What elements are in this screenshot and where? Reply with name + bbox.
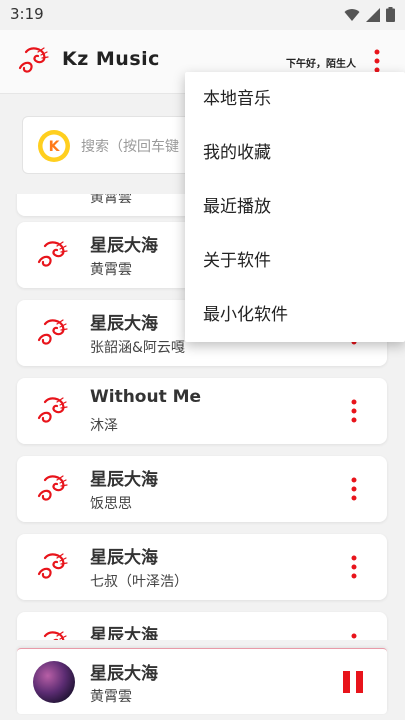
menu-item-about[interactable]: 关于软件 bbox=[185, 234, 405, 288]
status-icons bbox=[344, 7, 395, 22]
song-artist: 黄霄雲 bbox=[90, 262, 132, 278]
song-more-button[interactable] bbox=[345, 632, 363, 640]
music-swirl-icon bbox=[37, 475, 68, 501]
overflow-menu: 本地音乐 我的收藏 最近播放 关于软件 最小化软件 bbox=[185, 72, 405, 342]
app-logo-icon bbox=[18, 47, 49, 73]
song-title: 星辰大海 bbox=[90, 236, 158, 256]
now-playing-bar[interactable]: 星辰大海 黄霄雲 bbox=[17, 648, 387, 714]
kuwo-search-icon: K bbox=[38, 130, 70, 162]
song-artist: 七叔（叶泽浩） bbox=[90, 574, 188, 590]
now-playing-artist: 黄霄雲 bbox=[90, 689, 132, 705]
song-card[interactable]: 星辰大海 饭思思 bbox=[17, 456, 387, 522]
song-artist: 张韶涵&阿云嘎 bbox=[90, 340, 185, 356]
music-swirl-icon bbox=[43, 631, 67, 640]
music-swirl-icon bbox=[37, 319, 68, 345]
wifi-icon bbox=[344, 8, 360, 21]
song-more-button[interactable] bbox=[345, 554, 363, 580]
app-title: Kz Music bbox=[62, 48, 160, 70]
song-artist: 黄霄雲 bbox=[90, 194, 132, 206]
song-title: 星辰大海 bbox=[90, 470, 158, 490]
battery-icon bbox=[386, 7, 395, 22]
song-artist: 沐泽 bbox=[90, 418, 118, 434]
status-bar: 3:19 bbox=[0, 0, 405, 30]
pause-icon bbox=[356, 671, 363, 693]
song-card[interactable]: Without Me 沐泽 bbox=[17, 378, 387, 444]
pause-button[interactable] bbox=[343, 671, 365, 693]
search-input[interactable]: 搜索（按回车键 bbox=[81, 136, 179, 156]
song-title: 星辰大海 bbox=[90, 626, 158, 640]
menu-item-local-music[interactable]: 本地音乐 bbox=[185, 72, 405, 126]
signal-icon bbox=[366, 7, 380, 22]
song-card[interactable]: 星辰大海 bbox=[17, 612, 387, 640]
menu-item-favorites[interactable]: 我的收藏 bbox=[185, 126, 405, 180]
song-card[interactable]: 星辰大海 七叔（叶泽浩） bbox=[17, 534, 387, 600]
greeting-text: 下午好，陌生人 bbox=[286, 59, 356, 70]
pause-icon bbox=[343, 671, 350, 693]
album-art[interactable] bbox=[33, 661, 75, 703]
song-artist: 饭思思 bbox=[90, 496, 132, 512]
svg-text:K: K bbox=[49, 139, 61, 155]
song-more-button[interactable] bbox=[345, 476, 363, 502]
overflow-menu-button[interactable] bbox=[366, 48, 388, 74]
song-title: 星辰大海 bbox=[90, 314, 158, 334]
music-swirl-icon bbox=[37, 241, 68, 267]
menu-item-recent[interactable]: 最近播放 bbox=[185, 180, 405, 234]
music-swirl-icon bbox=[37, 553, 68, 579]
song-title: Without Me bbox=[90, 387, 202, 407]
song-more-button[interactable] bbox=[345, 398, 363, 424]
status-time: 3:19 bbox=[10, 5, 44, 23]
now-playing-title: 星辰大海 bbox=[90, 664, 158, 684]
menu-item-minimize[interactable]: 最小化软件 bbox=[185, 288, 405, 342]
music-swirl-icon bbox=[37, 397, 68, 423]
song-title: 星辰大海 bbox=[90, 548, 158, 568]
